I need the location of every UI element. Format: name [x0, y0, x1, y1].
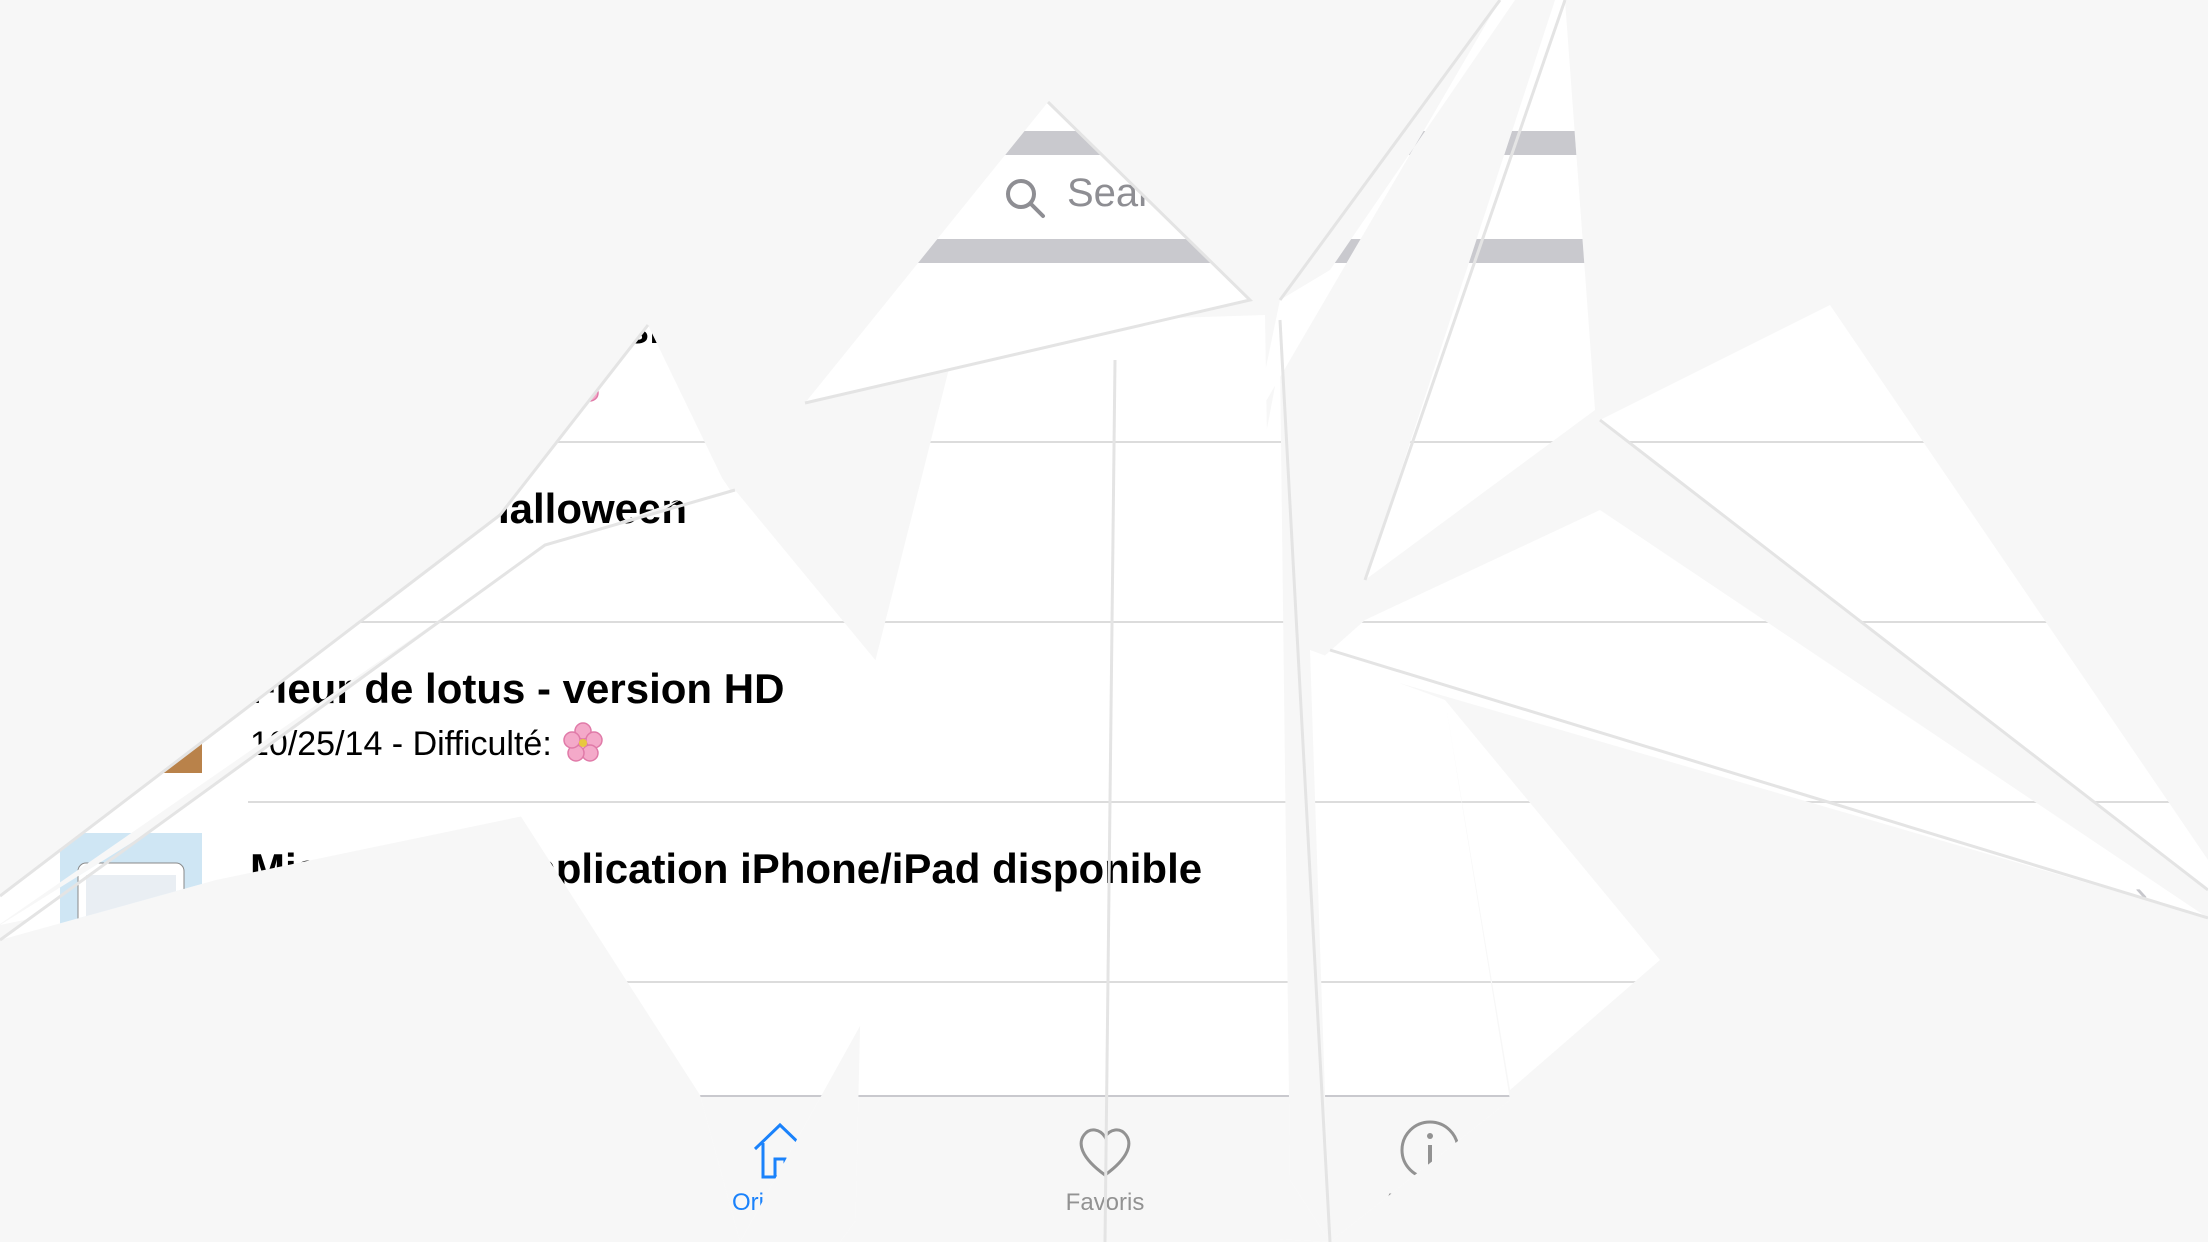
- thumbnail: [60, 293, 202, 413]
- cherry-blossom-icon: [561, 361, 605, 405]
- list-item-title: Citrouille d'Halloween: [250, 485, 688, 532]
- list-item-title: Mise à jour : application iPhone/iPad di…: [250, 845, 1203, 892]
- chevron-right-icon: ›: [2134, 873, 2148, 917]
- screen: Search Fleur de lotus - version HD 10/25…: [0, 0, 2208, 1242]
- list-item[interactable]: Citrouille d'Halloween 10/25/14: [0, 443, 2208, 623]
- info-icon: [1395, 1115, 1465, 1185]
- lotus-photo: [60, 653, 202, 773]
- thumbnail: [60, 653, 202, 773]
- list-item[interactable]: Mise à jour : application iPhone/iPad di…: [0, 803, 2208, 983]
- tab-origamis[interactable]: Origamis: [700, 1115, 860, 1235]
- thumbnail: [60, 833, 202, 953]
- list-item-subtitle: 10/25/14: [250, 541, 383, 579]
- list-item-subtitle: 10/25/14 - Difficulté:: [250, 721, 605, 765]
- list-item-title: Fleur de lotus - version HD: [250, 665, 785, 712]
- list-item-subtitle: 10/25/14 - Difficulté:: [250, 361, 605, 405]
- heart-icon: [1070, 1115, 1140, 1185]
- house-icon: [745, 1115, 815, 1185]
- list-item-title: Fleur de lotus - version HD: [250, 305, 785, 352]
- tab-label: Favoris: [1065, 1189, 1145, 1216]
- tab-favoris[interactable]: Favoris: [1025, 1115, 1185, 1235]
- row-divider: [248, 981, 2208, 983]
- thumbnail: [60, 473, 202, 593]
- cherry-blossom-icon: [561, 721, 605, 765]
- app-promo-thumbnail: [60, 833, 202, 953]
- tab-label: A propos: [1382, 1189, 1478, 1216]
- tab-label: Origamis: [731, 1189, 828, 1216]
- tab-a-propos[interactable]: A propos: [1350, 1115, 1510, 1235]
- search-icon: [1003, 176, 1047, 220]
- tab-bar: Origamis Favoris A propos: [0, 1095, 2208, 1242]
- list-item[interactable]: Fleur de lotus - version HD 10/25/14 - D…: [0, 623, 2208, 803]
- search-input[interactable]: Search: [1067, 171, 1194, 216]
- app-window: Search Fleur de lotus - version HD 10/25…: [0, 0, 2208, 1242]
- list-item[interactable]: Fleur de lotus - version HD 10/25/14 - D…: [0, 263, 2208, 443]
